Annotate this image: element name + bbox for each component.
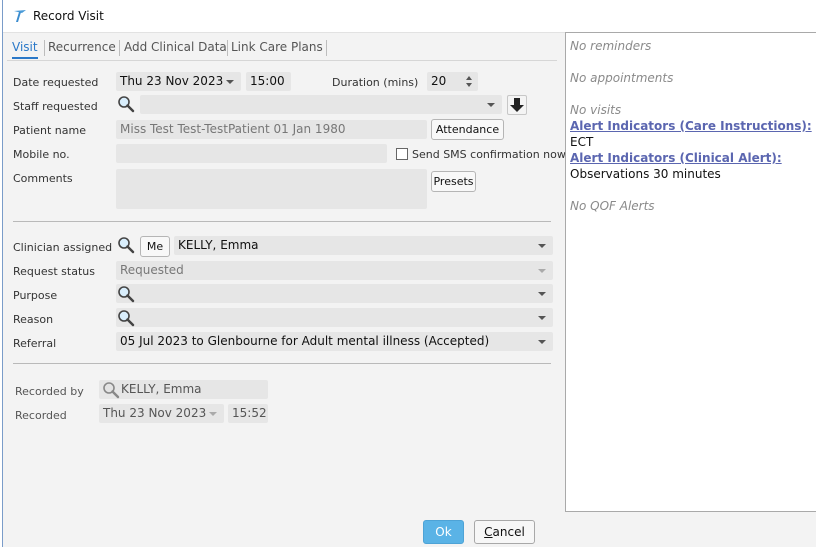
request-status-value: Requested bbox=[120, 263, 184, 277]
referral-value: 05 Jul 2023 to Glenbourne for Adult ment… bbox=[120, 334, 490, 348]
chevron-down-icon bbox=[538, 292, 546, 296]
patient-name-field: Miss Test Test-TestPatient 01 Jan 1980 bbox=[116, 120, 427, 139]
duration-stepper[interactable]: 20 bbox=[427, 72, 478, 91]
tab-recurrence[interactable]: Recurrence bbox=[48, 37, 116, 59]
referral-select[interactable]: 05 Jul 2023 to Glenbourne for Adult ment… bbox=[116, 332, 553, 351]
alert-clinical-link[interactable]: Alert Indicators (Clinical Alert): bbox=[570, 151, 782, 165]
recorded-by-field: KELLY, Emma bbox=[99, 380, 268, 399]
comments-label: Comments bbox=[13, 172, 73, 185]
search-icon[interactable] bbox=[117, 236, 135, 254]
tab-separator bbox=[326, 40, 327, 56]
cancel-button[interactable]: Cancel bbox=[474, 520, 535, 544]
section-divider bbox=[13, 363, 551, 364]
clinician-assigned-select[interactable]: KELLY, Emma bbox=[174, 236, 553, 255]
time-requested-input[interactable]: 15:00 bbox=[246, 72, 291, 91]
clinician-assigned-label: Clinician assigned bbox=[13, 241, 113, 254]
summary-side-panel: No reminders No appointments No visits A… bbox=[565, 32, 816, 512]
attendance-button[interactable]: Attendance bbox=[431, 119, 504, 140]
recorded-by-value: KELLY, Emma bbox=[121, 382, 202, 396]
tab-visit[interactable]: Visit bbox=[12, 37, 38, 59]
chevron-down-icon bbox=[487, 103, 495, 107]
patient-name-label: Patient name bbox=[13, 124, 86, 137]
date-requested-picker[interactable]: Thu 23 Nov 2023 bbox=[116, 72, 241, 91]
appointments-text: No appointments bbox=[570, 71, 674, 85]
purpose-select[interactable] bbox=[116, 284, 553, 303]
date-requested-label: Date requested bbox=[13, 76, 99, 89]
search-icon bbox=[103, 382, 120, 399]
qof-alerts-text: No QOF Alerts bbox=[570, 199, 655, 213]
date-requested-value: Thu 23 Nov 2023 bbox=[120, 74, 224, 88]
alert-clinical-value: Observations 30 minutes bbox=[570, 167, 721, 181]
title-bar: Record Visit bbox=[3, 0, 816, 33]
recorded-label: Recorded bbox=[15, 409, 67, 422]
recorded-by-label: Recorded by bbox=[15, 385, 84, 398]
record-visit-window: Record Visit Visit Recurrence Add Clinic… bbox=[2, 0, 816, 547]
chevron-down-icon bbox=[538, 340, 546, 344]
sms-confirmation-label: Send SMS confirmation now bbox=[412, 148, 566, 161]
alert-care-instructions-value: ECT bbox=[570, 135, 594, 149]
ok-button[interactable]: Ok bbox=[423, 520, 464, 544]
chevron-down-icon bbox=[538, 244, 546, 248]
search-icon[interactable] bbox=[117, 95, 135, 113]
spin-down-icon[interactable] bbox=[466, 83, 472, 87]
referral-label: Referral bbox=[13, 337, 57, 350]
move-down-button[interactable] bbox=[507, 95, 527, 115]
me-button[interactable]: Me bbox=[140, 236, 170, 257]
recorded-date-field: Thu 23 Nov 2023 bbox=[99, 404, 224, 423]
tab-separator bbox=[227, 40, 228, 56]
request-status-select: Requested bbox=[116, 261, 553, 280]
window-title: Record Visit bbox=[33, 9, 104, 23]
clinician-assigned-value: KELLY, Emma bbox=[178, 238, 259, 252]
dialog-footer: Ok Cancel bbox=[3, 512, 816, 547]
recorded-time-field: 15:52 bbox=[228, 404, 268, 423]
staff-requested-select[interactable] bbox=[140, 95, 502, 114]
chevron-down-icon bbox=[209, 412, 217, 416]
down-arrow-icon bbox=[510, 98, 524, 112]
tab-divider bbox=[7, 60, 557, 61]
tab-separator bbox=[119, 40, 120, 56]
staff-requested-label: Staff requested bbox=[13, 100, 98, 113]
search-icon[interactable] bbox=[117, 285, 135, 303]
section-divider bbox=[13, 221, 551, 222]
mobile-label: Mobile no. bbox=[13, 148, 70, 161]
duration-label: Duration (mins) bbox=[332, 76, 419, 89]
mobile-input[interactable] bbox=[116, 144, 387, 163]
tab-add-clinical-data[interactable]: Add Clinical Data bbox=[124, 37, 227, 59]
chevron-down-icon bbox=[538, 316, 546, 320]
reason-label: Reason bbox=[13, 313, 54, 326]
sms-confirmation-checkbox[interactable] bbox=[396, 148, 408, 160]
duration-value: 20 bbox=[431, 74, 447, 88]
reason-select[interactable] bbox=[116, 308, 553, 327]
comments-textarea[interactable] bbox=[116, 169, 427, 209]
spin-up-icon[interactable] bbox=[466, 76, 472, 80]
chevron-down-icon bbox=[538, 269, 546, 273]
purpose-label: Purpose bbox=[13, 289, 58, 302]
search-icon[interactable] bbox=[117, 309, 135, 327]
tab-link-care-plans[interactable]: Link Care Plans bbox=[231, 37, 323, 59]
app-logo-icon bbox=[14, 10, 26, 22]
request-status-label: Request status bbox=[13, 265, 95, 278]
recorded-date-value: Thu 23 Nov 2023 bbox=[103, 406, 207, 420]
visits-text: No visits bbox=[570, 103, 622, 117]
alert-care-instructions-link[interactable]: Alert Indicators (Care Instructions): bbox=[570, 119, 812, 133]
reminders-text: No reminders bbox=[570, 39, 652, 53]
chevron-down-icon bbox=[226, 80, 234, 84]
presets-button[interactable]: Presets bbox=[431, 171, 476, 192]
tab-separator bbox=[44, 40, 45, 56]
